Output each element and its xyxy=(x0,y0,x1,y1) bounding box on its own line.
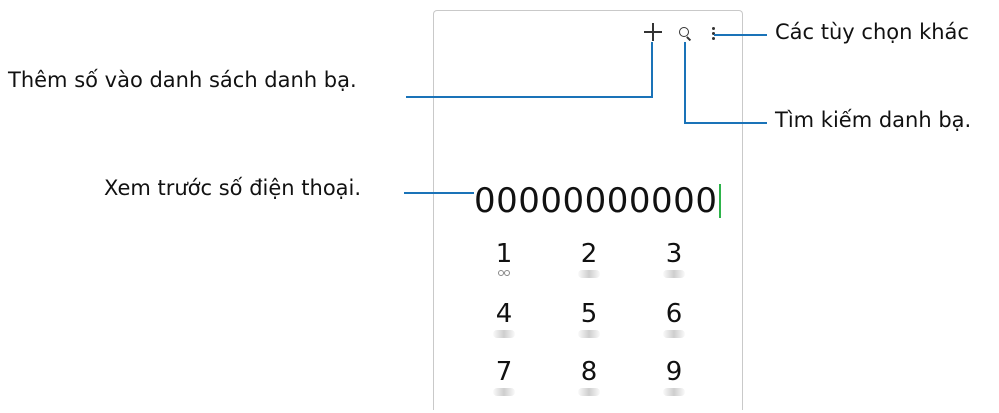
key-digit: 1 xyxy=(495,239,513,269)
key-digit: 9 xyxy=(665,357,683,387)
key-sub-label xyxy=(578,270,600,278)
key-2[interactable]: 2 xyxy=(559,239,619,295)
key-digit: 6 xyxy=(665,299,683,329)
callout-line-add-contact xyxy=(406,96,653,98)
text-cursor xyxy=(719,184,722,218)
number-preview[interactable]: 00000000000 xyxy=(474,181,722,221)
key-8[interactable]: 8 xyxy=(559,357,619,413)
key-5[interactable]: 5 xyxy=(559,299,619,355)
key-sub-label xyxy=(663,330,685,338)
key-sub-label xyxy=(493,330,515,338)
callout-line-search xyxy=(684,122,767,124)
key-sub-label xyxy=(663,270,685,278)
callout-line-preview-number xyxy=(404,192,474,194)
key-digit: 2 xyxy=(580,239,598,269)
callout-line-add-contact-vertical xyxy=(651,42,653,98)
key-4[interactable]: 4 xyxy=(474,299,534,355)
voicemail-icon xyxy=(498,270,510,276)
key-digit: 8 xyxy=(580,357,598,387)
key-6[interactable]: 6 xyxy=(644,299,704,355)
key-sub-label xyxy=(578,388,600,396)
phone-screen: 00000000000 1 2 3 4 5 6 7 8 9 xyxy=(433,10,743,410)
callout-line-more-options xyxy=(714,34,767,36)
callout-add-contact: Thêm số vào danh sách danh bạ. xyxy=(8,68,357,92)
key-9[interactable]: 9 xyxy=(644,357,704,413)
key-digit: 7 xyxy=(495,357,513,387)
callout-line-search-vertical xyxy=(684,42,686,124)
callout-search-contacts: Tìm kiếm danh bạ. xyxy=(775,108,972,132)
key-sub-label xyxy=(663,388,685,396)
search-icon[interactable] xyxy=(679,27,692,41)
key-3[interactable]: 3 xyxy=(644,239,704,295)
key-digit: 4 xyxy=(495,299,513,329)
key-digit: 3 xyxy=(665,239,683,269)
key-digit: 5 xyxy=(580,299,598,329)
key-sub-label xyxy=(578,330,600,338)
key-sub-label xyxy=(493,388,515,396)
key-7[interactable]: 7 xyxy=(474,357,534,413)
key-1[interactable]: 1 xyxy=(474,239,534,295)
callout-preview-number: Xem trước số điện thoại. xyxy=(104,176,362,200)
number-text: 00000000000 xyxy=(474,181,718,221)
callout-more-options: Các tùy chọn khác xyxy=(775,20,969,44)
add-icon[interactable] xyxy=(644,23,662,41)
